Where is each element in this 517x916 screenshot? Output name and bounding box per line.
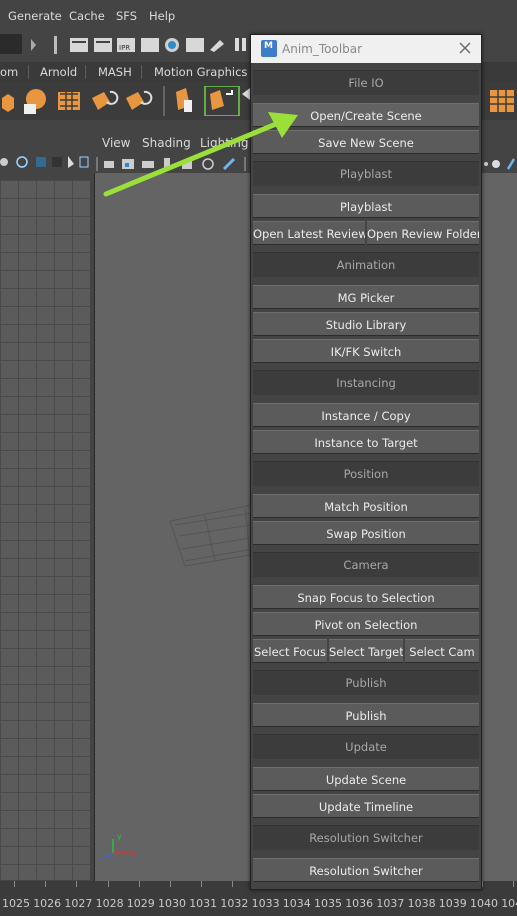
camera-select-row: Select Focus Select Target Select Cam — [253, 639, 479, 663]
svg-text:IPR: IPR — [119, 44, 130, 52]
select-target-button[interactable]: Select Target — [329, 639, 403, 663]
section-header-resolution: Resolution Switcher — [253, 825, 479, 850]
select-cam-button[interactable]: Select Cam — [405, 639, 479, 663]
timeline-frame-label: 1025 — [2, 897, 30, 910]
tab-mash[interactable]: MASH — [98, 62, 132, 82]
pause-icon[interactable] — [234, 37, 248, 53]
timeline-frame-label: 1034 — [282, 897, 311, 910]
resolution-switcher-button[interactable]: Resolution Switcher — [253, 858, 479, 882]
timeline-frame-label: 1037 — [376, 897, 405, 910]
timeline-frame-label: 1035 — [314, 897, 342, 910]
section-header-publish: Publish — [253, 670, 479, 695]
section-header-file-io: File IO — [253, 70, 479, 95]
select-focus-button[interactable]: Select Focus — [253, 639, 327, 663]
viewport-menu-view[interactable]: View — [102, 136, 130, 150]
ortho-viewport-grid[interactable] — [0, 180, 90, 880]
section-header-instancing: Instancing — [253, 370, 479, 395]
timeline-tick-mark — [201, 881, 203, 887]
timeline-frame-label: 1030 — [158, 897, 186, 910]
timeline-tick-mark — [170, 881, 171, 887]
timeline-tick-mark — [138, 881, 140, 887]
swap-position-button[interactable]: Swap Position — [253, 521, 479, 545]
snap-focus-to-selection-button[interactable]: Snap Focus to Selection — [253, 585, 479, 609]
publish-button[interactable]: Publish — [253, 703, 479, 727]
save-new-scene-button[interactable]: Save New Scene — [253, 130, 479, 154]
anim-toolbar-window: M Anim_Toolbar File IO Open/Create Scene… — [250, 34, 482, 890]
viewport-menu-shading[interactable]: Shading — [142, 136, 191, 150]
viewport-camera-icons[interactable] — [96, 157, 251, 171]
playblast-button[interactable]: Playblast — [253, 194, 479, 218]
tab-divider — [141, 65, 142, 79]
axis-y-label: y — [117, 832, 122, 841]
timeline-frame-label: 1039 — [438, 897, 467, 910]
update-scene-button[interactable]: Update Scene — [253, 767, 479, 791]
pivot-on-selection-button[interactable]: Pivot on Selection — [253, 612, 479, 636]
main-menu-bar: Generate Cache SFS Help — [0, 0, 517, 32]
timeline-tick-mark — [107, 881, 109, 887]
tab-motion-graphics[interactable]: Motion Graphics — [154, 62, 247, 82]
tab-divider — [85, 65, 86, 79]
maya-app-icon: M — [261, 40, 277, 57]
open-create-scene-button[interactable]: Open/Create Scene — [253, 103, 479, 127]
timeline-frame-label: 1026 — [33, 897, 62, 910]
separator-handle-icon — [54, 36, 57, 54]
timeline-frame-label: 1027 — [64, 897, 93, 910]
menu-sfs[interactable]: SFS — [116, 9, 137, 23]
shelf-tool-icons[interactable] — [0, 86, 250, 116]
collapse-arrow-icon[interactable] — [28, 37, 38, 53]
timeline-tick-mark — [76, 881, 78, 887]
menu-cache[interactable]: Cache — [69, 9, 105, 23]
close-icon[interactable] — [455, 38, 475, 58]
menu-generate[interactable]: Generate — [8, 9, 62, 23]
timeline-frame-label: 1032 — [220, 897, 249, 910]
instance-to-target-button[interactable]: Instance to Target — [253, 430, 479, 454]
instance-copy-button[interactable]: Instance / Copy — [253, 403, 479, 427]
timeline-tick-mark — [45, 881, 47, 887]
tab-arnold[interactable]: Arnold — [40, 62, 77, 82]
window-title: Anim_Toolbar — [282, 42, 363, 56]
studio-library-button[interactable]: Studio Library — [253, 312, 479, 336]
review-buttons-row: Open Latest Review Open Review Folder — [253, 221, 479, 245]
update-timeline-button[interactable]: Update Timeline — [253, 794, 479, 818]
timeline-tick-mark — [482, 881, 483, 887]
tab-custom[interactable]: om — [0, 62, 18, 82]
open-latest-review-button[interactable]: Open Latest Review — [253, 221, 365, 245]
axis-z-label: z — [103, 853, 107, 861]
axis-gizmo: y x z — [103, 832, 136, 861]
viewport-menu-lighting[interactable]: Lighting — [200, 136, 249, 150]
timeline-frame-label: 1029 — [126, 897, 155, 910]
match-position-button[interactable]: Match Position — [253, 494, 479, 518]
mode-field[interactable] — [0, 34, 22, 54]
timeline-tick-mark — [513, 881, 515, 887]
tab-divider — [28, 65, 29, 79]
mg-picker-button[interactable]: MG Picker — [253, 285, 479, 309]
timeline-tick-mark — [14, 881, 15, 887]
ik-fk-switch-button[interactable]: IK/FK Switch — [253, 339, 479, 363]
left-tool-row — [0, 150, 95, 174]
section-header-camera: Camera — [253, 552, 479, 577]
viewport-light-icons[interactable] — [480, 157, 517, 171]
timeline-frame-label: 1038 — [407, 897, 436, 910]
menu-help[interactable]: Help — [149, 9, 175, 23]
app-icon-letter: M — [264, 41, 273, 51]
section-header-update: Update — [253, 734, 479, 759]
render-tools-icons[interactable]: IPR — [70, 36, 230, 54]
axis-x-label: x — [131, 849, 136, 858]
timeline-frame-label: 1028 — [95, 897, 124, 910]
window-title-bar[interactable]: M Anim_Toolbar — [251, 35, 481, 63]
timeline-tick-mark — [232, 881, 234, 887]
timeline-frame-label: 1031 — [189, 897, 218, 910]
timeline-frame-label: 1040 — [470, 897, 498, 910]
section-header-position: Position — [253, 461, 479, 486]
timeline-frame-label: 104 — [501, 897, 517, 910]
timeline-frame-label: 1036 — [345, 897, 374, 910]
timeline-frame-label: 1033 — [251, 897, 280, 910]
shelf-grid-icon[interactable] — [486, 86, 517, 116]
open-review-folder-button[interactable]: Open Review Folder — [367, 221, 479, 245]
section-header-animation: Animation — [253, 252, 479, 277]
selection-tools-icons[interactable] — [0, 154, 95, 170]
section-header-playblast: Playblast — [253, 161, 479, 186]
